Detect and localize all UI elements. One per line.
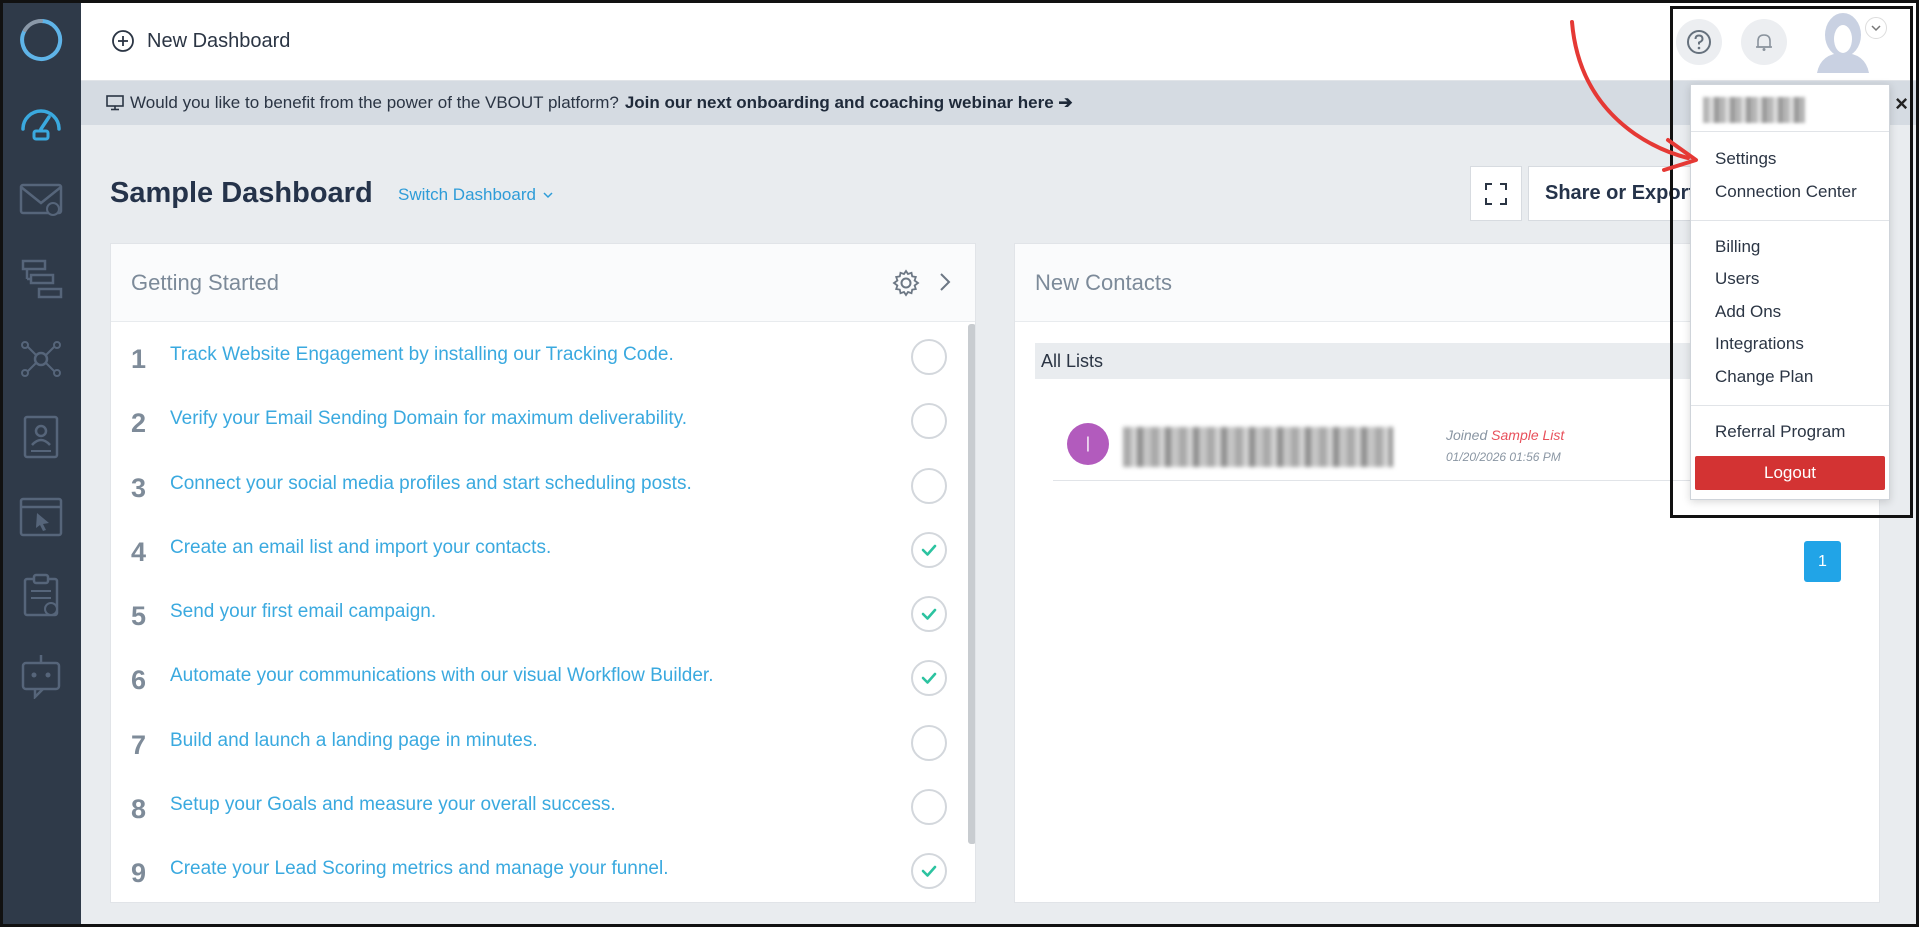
list-item[interactable]: 4 Create an email list and import your co…	[111, 515, 967, 579]
contact-name-redacted	[1123, 427, 1393, 467]
list-item[interactable]: 2 Verify your Email Sending Domain for ma…	[111, 386, 967, 450]
step-number: 4	[131, 536, 147, 567]
menu-item-change-plan[interactable]: Change Plan	[1715, 367, 1813, 387]
banner-text: Would you like to benefit from the power…	[130, 93, 619, 112]
account-name-redacted	[1703, 97, 1805, 123]
step-number: 7	[131, 729, 147, 760]
chevron-down-icon	[1871, 25, 1881, 32]
contact-joined-date: 01/20/2026 01:56 PM	[1446, 450, 1561, 464]
contacts-book-icon[interactable]	[17, 413, 65, 461]
step-status-checkbox[interactable]	[911, 853, 947, 890]
menu-divider	[1691, 405, 1889, 406]
plus-circle-icon	[112, 30, 134, 52]
new-dashboard-label: New Dashboard	[147, 29, 291, 52]
step-status-checkbox[interactable]	[911, 531, 947, 568]
step-status-checkbox[interactable]	[911, 467, 947, 504]
menu-item-connection-center[interactable]: Connection Center	[1715, 182, 1857, 202]
step-status-checkbox[interactable]	[911, 724, 947, 761]
menu-item-settings[interactable]: Settings	[1715, 149, 1776, 169]
list-item[interactable]: 3 Connect your social media profiles and …	[111, 451, 967, 515]
contact-joined-info: Joined Sample List	[1446, 427, 1564, 443]
step-number: 9	[131, 858, 147, 889]
step-number: 6	[131, 665, 147, 696]
getting-started-title: Getting Started	[111, 244, 975, 322]
step-link[interactable]: Track Website Engagement by installing o…	[170, 344, 674, 366]
expand-icon	[1485, 182, 1507, 205]
user-avatar[interactable]	[1811, 9, 1875, 73]
menu-item-add-ons[interactable]: Add Ons	[1715, 302, 1781, 322]
gear-icon[interactable]	[891, 268, 921, 298]
menu-item-billing[interactable]: Billing	[1715, 237, 1760, 257]
step-link[interactable]: Build and launch a landing page in minut…	[170, 730, 538, 752]
step-link[interactable]: Connect your social media profiles and s…	[170, 473, 692, 495]
joined-list-link[interactable]: Sample List	[1491, 427, 1564, 443]
switch-dashboard-button[interactable]: Switch Dashboard	[398, 185, 554, 205]
getting-started-list: 1 Track Website Engagement by installing …	[111, 322, 967, 901]
step-number: 3	[131, 472, 147, 503]
switch-dashboard-label: Switch Dashboard	[398, 185, 536, 204]
social-network-icon[interactable]	[17, 335, 65, 383]
logo-icon[interactable]	[18, 17, 64, 63]
workflow-icon[interactable]	[17, 255, 65, 303]
fullscreen-button[interactable]	[1470, 166, 1522, 221]
menu-item-integrations[interactable]: Integrations	[1715, 334, 1804, 354]
checkmark-icon	[921, 608, 937, 620]
sidebar	[3, 3, 81, 924]
step-link[interactable]: Setup your Goals and measure your overal…	[170, 794, 616, 816]
list-item[interactable]: 9 Create your Lead Scoring metrics and ma…	[111, 836, 967, 900]
menu-item-referral-program[interactable]: Referral Program	[1715, 422, 1845, 442]
step-status-checkbox[interactable]	[911, 596, 947, 633]
bell-icon	[1756, 34, 1772, 51]
page-title: Sample Dashboard	[110, 177, 373, 209]
scrollbar-thumb[interactable]	[968, 324, 975, 844]
user-dropdown-menu: Settings Connection Center Billing Users…	[1690, 84, 1890, 500]
step-link[interactable]: Create your Lead Scoring metrics and man…	[170, 858, 669, 880]
pagination-page-1[interactable]: 1	[1804, 541, 1841, 582]
step-number: 8	[131, 794, 147, 825]
step-status-checkbox[interactable]	[911, 403, 947, 440]
list-item[interactable]: 1 Track Website Engagement by installing …	[111, 322, 967, 386]
checkmark-icon	[921, 866, 937, 878]
chevron-right-icon[interactable]	[937, 270, 953, 294]
checkmark-icon	[921, 673, 937, 685]
checkmark-icon	[921, 544, 937, 556]
monitor-icon	[106, 95, 124, 111]
annotation-arrow-icon	[1570, 20, 1698, 172]
joined-label: Joined	[1446, 427, 1488, 443]
clipboard-icon[interactable]	[17, 571, 65, 619]
step-link[interactable]: Automate your communications with our vi…	[170, 665, 714, 687]
list-item[interactable]: 6 Automate your communications with our v…	[111, 643, 967, 707]
chatbot-icon[interactable]	[17, 651, 65, 701]
notifications-button[interactable]	[1741, 19, 1787, 65]
landing-page-icon[interactable]	[17, 493, 65, 541]
step-number: 1	[131, 344, 147, 374]
chevron-down-icon	[543, 192, 553, 199]
email-icon[interactable]	[17, 175, 65, 223]
banner-close-button[interactable]: ×	[1895, 91, 1908, 117]
step-number: 2	[131, 408, 147, 439]
list-item[interactable]: 8 Setup your Goals and measure your overa…	[111, 772, 967, 836]
menu-divider	[1691, 131, 1889, 132]
new-dashboard-button[interactable]: New Dashboard	[111, 29, 290, 53]
step-status-checkbox[interactable]	[911, 789, 947, 826]
banner-webinar-link[interactable]: Join our next onboarding and coaching we…	[625, 93, 1073, 113]
logout-button[interactable]: Logout	[1695, 456, 1885, 490]
contact-avatar: |	[1067, 423, 1109, 465]
user-menu-chevron[interactable]	[1865, 17, 1887, 39]
step-link[interactable]: Send your first email campaign.	[170, 601, 436, 623]
menu-divider	[1691, 220, 1889, 221]
dashboard-gauge-icon[interactable]	[17, 97, 65, 145]
list-item[interactable]: 7 Build and launch a landing page in minu…	[111, 708, 967, 772]
step-link[interactable]: Create an email list and import your con…	[170, 537, 551, 559]
step-link[interactable]: Verify your Email Sending Domain for max…	[170, 408, 687, 430]
getting-started-card: Getting Started 1 Track Website Engagemen…	[110, 243, 976, 903]
list-item[interactable]: 5 Send your first email campaign.	[111, 579, 967, 643]
menu-item-users[interactable]: Users	[1715, 269, 1759, 289]
step-status-checkbox[interactable]	[911, 660, 947, 697]
share-export-button[interactable]: Share or Export	[1528, 166, 1708, 221]
step-status-checkbox[interactable]	[911, 339, 947, 375]
step-number: 5	[131, 601, 147, 632]
